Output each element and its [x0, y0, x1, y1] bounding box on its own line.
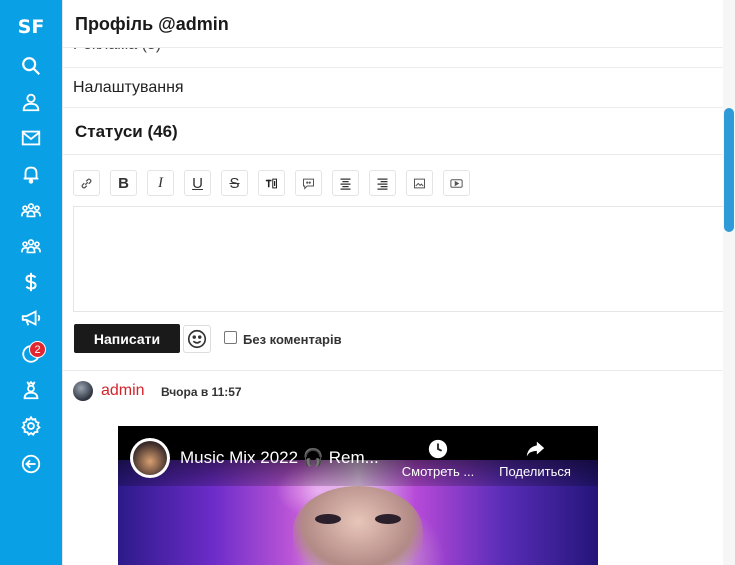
- video-embed[interactable]: Music Mix 2022 🎧 Rem... Смотреть ... Под…: [118, 426, 598, 565]
- clock-icon: [428, 439, 448, 459]
- video-eye-art: [315, 514, 341, 524]
- underline-icon[interactable]: U: [184, 170, 211, 196]
- quote-icon[interactable]: [295, 170, 322, 196]
- align-center-icon[interactable]: [332, 170, 359, 196]
- video-eye-art: [375, 514, 401, 524]
- no-comments-label[interactable]: Без коментарів: [243, 332, 342, 347]
- status-editor[interactable]: [73, 206, 725, 312]
- video-icon[interactable]: [443, 170, 470, 196]
- strikethrough-icon[interactable]: S: [221, 170, 248, 196]
- dollar-icon[interactable]: [14, 267, 48, 297]
- no-comments-checkbox[interactable]: [224, 331, 237, 344]
- watch-later-label: Смотреть ...: [401, 464, 475, 479]
- divider: [63, 370, 723, 371]
- avatar[interactable]: [73, 381, 93, 401]
- smiley-icon: [187, 329, 207, 349]
- text-size-icon[interactable]: [258, 170, 285, 196]
- italic-icon[interactable]: I: [147, 170, 174, 196]
- page-title: Профіль @admin: [75, 14, 229, 34]
- divider: [63, 67, 723, 68]
- watch-later-button[interactable]: Смотреть ...: [393, 438, 483, 479]
- community-icon[interactable]: [14, 231, 48, 261]
- divider: [63, 107, 723, 108]
- video-title[interactable]: Music Mix 2022 🎧 Rem...: [180, 448, 379, 468]
- megaphone-icon[interactable]: [14, 303, 48, 333]
- bell-icon[interactable]: [14, 159, 48, 189]
- align-right-icon[interactable]: [369, 170, 396, 196]
- post-author[interactable]: admin: [101, 382, 145, 400]
- post-timestamp: Вчора в 11:57: [161, 385, 242, 399]
- search-icon[interactable]: [14, 51, 48, 81]
- share-button[interactable]: Поделиться: [490, 438, 580, 479]
- image-icon[interactable]: [406, 170, 433, 196]
- post-button[interactable]: Написати: [74, 324, 180, 353]
- link-icon[interactable]: [73, 170, 100, 196]
- gear-icon[interactable]: [14, 411, 48, 441]
- main-content: Профіль @admin Реклама (5) Налаштування …: [62, 0, 735, 565]
- scrollbar-thumb[interactable]: [724, 108, 734, 232]
- bold-icon[interactable]: B: [110, 170, 137, 196]
- notification-badge: 2: [29, 341, 46, 358]
- emoji-button[interactable]: [183, 325, 211, 353]
- share-icon: [526, 441, 545, 457]
- top-bar: Профіль @admin: [63, 0, 723, 48]
- mail-icon[interactable]: [14, 123, 48, 153]
- scrollbar[interactable]: [723, 0, 735, 565]
- sidebar: SF 2: [0, 0, 62, 565]
- menu-item-settings[interactable]: Налаштування: [73, 79, 184, 97]
- logout-icon[interactable]: [14, 449, 48, 479]
- channel-avatar[interactable]: [130, 438, 170, 478]
- statuses-heading: Статуси (46): [75, 122, 178, 141]
- share-label: Поделиться: [499, 464, 571, 479]
- divider: [63, 154, 723, 155]
- crown-user-icon[interactable]: [14, 375, 48, 405]
- user-icon[interactable]: [14, 87, 48, 117]
- app-logo[interactable]: SF: [0, 16, 62, 38]
- group-icon[interactable]: [14, 195, 48, 225]
